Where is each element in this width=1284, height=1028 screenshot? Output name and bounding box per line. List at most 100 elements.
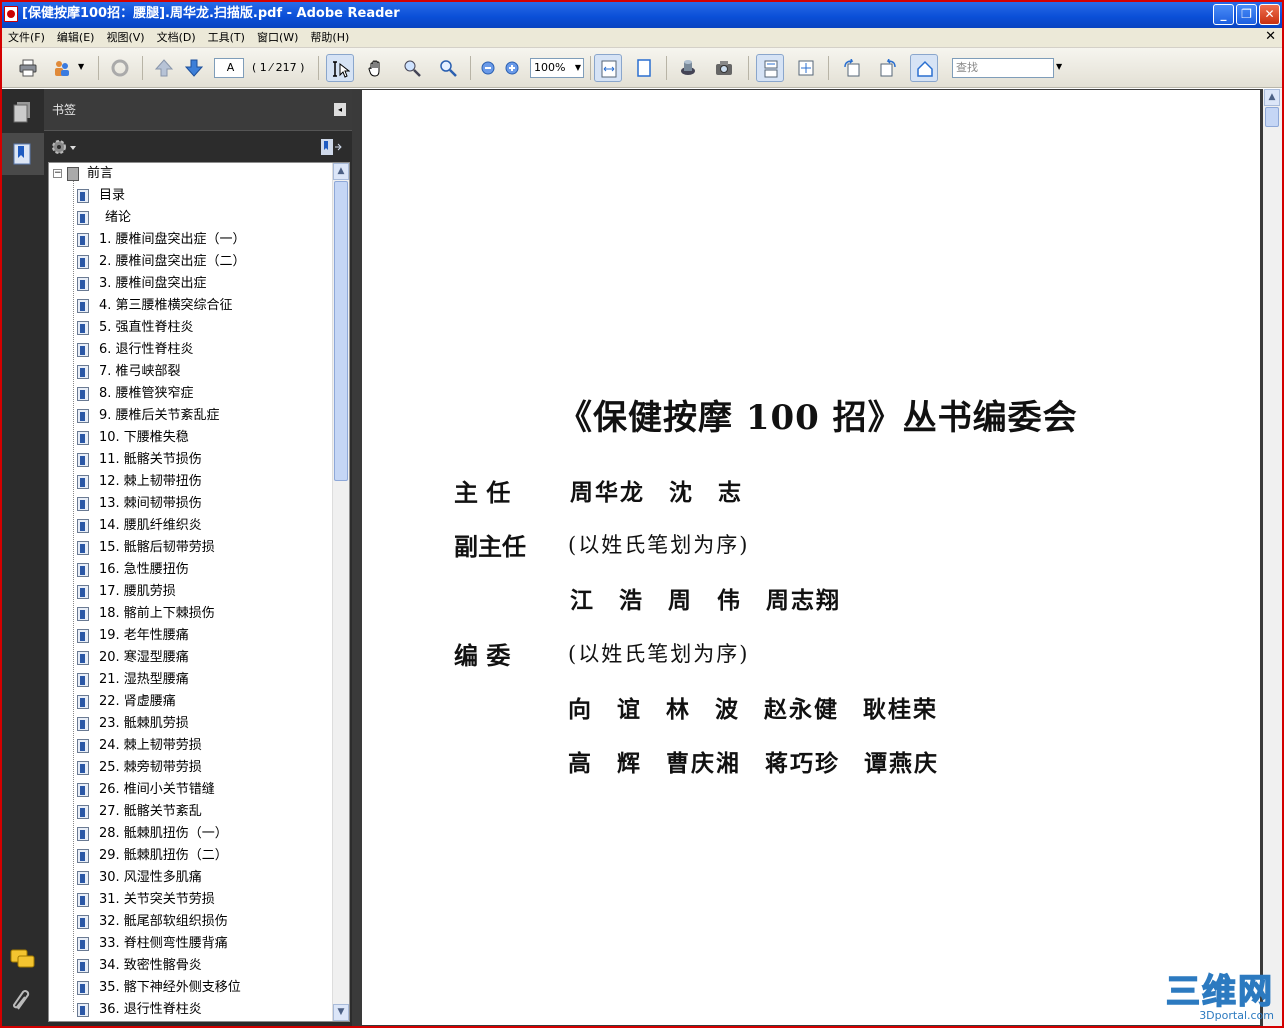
home-icon xyxy=(917,60,933,77)
scroll-thumb[interactable] xyxy=(334,181,348,481)
bookmark-label: 18. 髂前上下棘损伤 xyxy=(99,606,215,621)
bookmark-label: 12. 棘上韧带扭伤 xyxy=(99,474,202,489)
zoom-level-select[interactable]: 100% ▼ xyxy=(530,58,584,78)
pages-panel-button[interactable] xyxy=(2,91,44,133)
bookmarks-scrollbar[interactable]: ▲ ▼ xyxy=(332,163,349,1021)
bookmark-label: 22. 肾虚腰痛 xyxy=(99,694,176,709)
page-icon xyxy=(637,59,651,77)
tree-root-label: 前言 xyxy=(87,166,114,181)
comment-icon xyxy=(10,949,35,968)
bookmark-label: 28. 骶棘肌扭伤（一） xyxy=(99,826,228,841)
bookmark-label: 24. 棘上韧带劳损 xyxy=(99,738,202,753)
full-screen-button[interactable] xyxy=(792,54,820,82)
close-button[interactable]: ✕ xyxy=(1259,4,1280,25)
find-options-icon[interactable]: ▼ xyxy=(1056,62,1062,71)
sync-button[interactable] xyxy=(106,54,134,82)
page-number-input[interactable]: A xyxy=(214,58,244,78)
paperclip-icon xyxy=(13,990,30,1010)
window-title: [保健按摩100招：腰腿].周华龙.扫描版.pdf - Adobe Reader xyxy=(22,6,400,21)
bookmark-page-icon xyxy=(77,915,89,929)
rotate-clockwise-button[interactable] xyxy=(874,54,902,82)
comments-panel-button[interactable] xyxy=(10,949,36,971)
plus-circle-icon xyxy=(505,61,519,75)
bookmarks-panel-button[interactable] xyxy=(2,133,44,175)
vice-director-names: 江 浩 周 伟 周志翔 xyxy=(570,587,842,614)
bookmark-label: 23. 骶棘肌劳损 xyxy=(99,716,189,731)
menu-edit[interactable]: 编辑(E) xyxy=(51,28,101,48)
maximize-button[interactable]: ❐ xyxy=(1236,4,1257,25)
menu-view[interactable]: 视图(V) xyxy=(100,28,150,48)
bookmark-label: 13. 棘间韧带损伤 xyxy=(99,496,202,511)
collapse-toggle-icon[interactable]: − xyxy=(53,169,62,178)
menu-file[interactable]: 文件(F) xyxy=(2,28,51,48)
panel-title: 书签 xyxy=(52,103,77,117)
find-input[interactable]: 查找 xyxy=(952,58,1054,78)
chevron-down-icon: ▼ xyxy=(574,63,581,72)
toolbar-separator xyxy=(98,56,99,80)
document-scrollbar[interactable]: ▲ xyxy=(1263,89,1282,1026)
hand-icon xyxy=(368,60,380,77)
bookmark-page-icon xyxy=(77,277,89,291)
bookmark-page-icon xyxy=(77,739,89,753)
close-document-icon[interactable]: ✕ xyxy=(1265,29,1276,44)
menu-window[interactable]: 窗口(W) xyxy=(251,28,304,48)
collaborate-button[interactable]: ▼ xyxy=(48,54,88,82)
bookmark-label: 绪论 xyxy=(105,210,132,225)
bookmark-page-icon xyxy=(77,431,89,445)
bookmark-page-icon xyxy=(77,783,89,797)
zoom-in-button[interactable] xyxy=(500,54,522,82)
menu-document[interactable]: 文档(D) xyxy=(151,28,202,48)
fit-width-icon xyxy=(601,60,617,78)
bookmark-page-icon xyxy=(77,849,89,863)
editor-names-row-2: 高 辉 曹庆湘 蒋巧珍 谭燕庆 xyxy=(568,750,940,777)
select-tool-button[interactable] xyxy=(326,54,354,82)
rotate-left-icon xyxy=(844,59,860,77)
editor-label: 编 委 xyxy=(454,641,511,670)
menu-help[interactable]: 帮助(H) xyxy=(304,28,355,48)
options-gear-icon[interactable] xyxy=(50,138,78,156)
scroll-down-icon[interactable]: ▼ xyxy=(333,1004,349,1021)
new-bookmark-icon[interactable] xyxy=(320,138,342,156)
bookmark-label: 14. 腰肌纤维织炎 xyxy=(99,518,202,533)
attachments-panel-button[interactable] xyxy=(10,989,36,1011)
director-names: 周华龙 沈 志 xyxy=(570,479,744,506)
home-page-button[interactable] xyxy=(910,54,938,82)
loupe-tool-button[interactable] xyxy=(674,54,702,82)
rotate-counterclockwise-button[interactable] xyxy=(838,54,866,82)
panel-splitter[interactable] xyxy=(352,89,361,1026)
snapshot-tool-button[interactable] xyxy=(710,54,738,82)
menu-tools[interactable]: 工具(T) xyxy=(202,28,251,48)
bookmark-page-icon xyxy=(77,299,89,313)
collapse-panel-button[interactable]: ◂ xyxy=(334,103,346,116)
fit-width-button[interactable] xyxy=(594,54,622,82)
scroll-up-icon[interactable]: ▲ xyxy=(1264,89,1280,106)
fit-page-button[interactable] xyxy=(630,54,658,82)
scroll-up-icon[interactable]: ▲ xyxy=(333,163,349,180)
toolbar-separator xyxy=(470,56,471,80)
text-cursor-icon xyxy=(333,61,350,78)
next-page-button[interactable] xyxy=(180,54,208,82)
bookmark-label: 17. 腰肌劳损 xyxy=(99,584,176,599)
bookmark-label: 26. 椎间小关节错缝 xyxy=(99,782,215,797)
bookmark-page-icon xyxy=(77,959,89,973)
watermark-logo: 三维网 xyxy=(1165,972,1274,1012)
people-icon xyxy=(55,61,69,76)
zoom-out-button[interactable] xyxy=(476,54,498,82)
minimize-button[interactable]: _ xyxy=(1213,4,1234,25)
panel-header: 书签 ◂ xyxy=(44,89,352,131)
bookmark-label: 4. 第三腰椎横突综合征 xyxy=(99,298,233,313)
editor-note: (以姓氏笔划为序) xyxy=(568,642,750,666)
bookmark-label: 10. 下腰椎失稳 xyxy=(99,430,189,445)
bookmark-page-icon xyxy=(77,981,89,995)
bookmark-page-icon xyxy=(77,453,89,467)
previous-page-button[interactable] xyxy=(150,54,178,82)
bookmark-page-icon xyxy=(77,497,89,511)
hand-tool-button[interactable] xyxy=(362,54,390,82)
bookmark-label: 1. 腰椎间盘突出症（一） xyxy=(99,232,246,247)
marquee-zoom-button[interactable] xyxy=(398,54,426,82)
print-button[interactable] xyxy=(14,54,42,82)
scroll-thumb[interactable] xyxy=(1265,107,1279,127)
single-page-continuous-button[interactable] xyxy=(756,54,784,82)
bookmark-label: 5. 强直性脊柱炎 xyxy=(99,320,194,335)
dynamic-zoom-button[interactable] xyxy=(434,54,462,82)
